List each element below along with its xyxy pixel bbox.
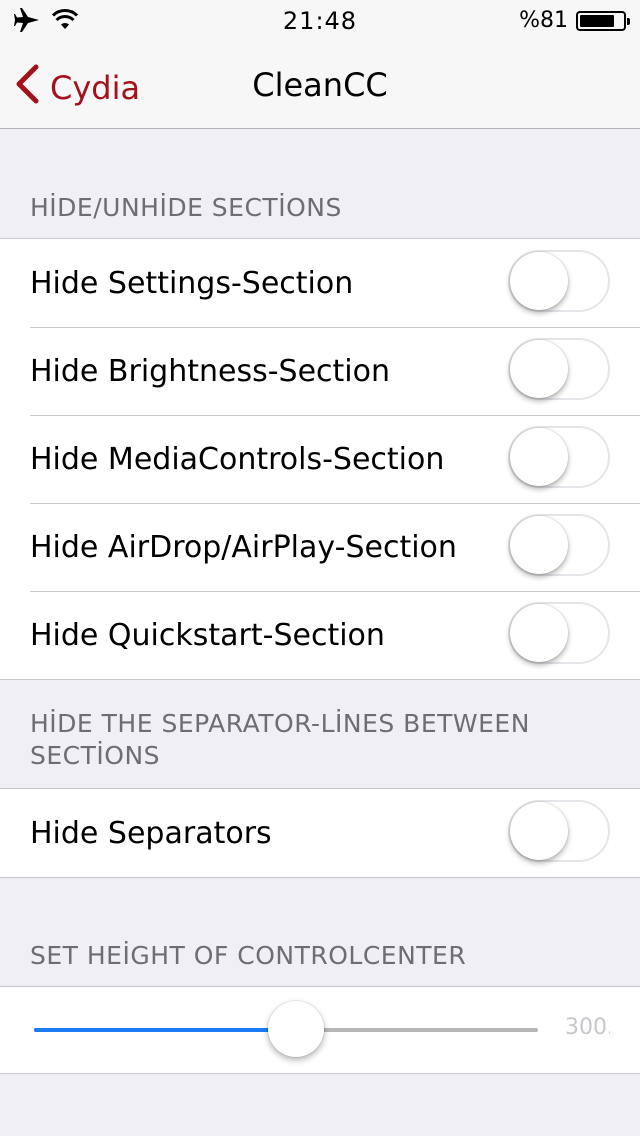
section-header-separators: HİDE THE SEPARATOR-LİNES BETWEEN SECTİON… <box>30 709 530 770</box>
row-label: Hide AirDrop/AirPlay-Section <box>30 529 457 565</box>
hide-airdrop-airplay-switch[interactable] <box>508 514 610 576</box>
toggle-row-brightness: Hide Brightness-Section <box>0 327 640 415</box>
row-label: Hide Brightness-Section <box>30 353 391 389</box>
toggle-row-separators: Hide Separators <box>0 789 640 877</box>
battery-fill <box>580 14 614 27</box>
switch-knob <box>510 340 568 398</box>
section-header-hide-unhide: HİDE/UNHİDE SECTİONS <box>30 193 342 222</box>
toggle-row-settings: Hide Settings-Section <box>0 239 640 327</box>
hide-mediacontrols-switch[interactable] <box>508 426 610 488</box>
hide-brightness-switch[interactable] <box>508 338 610 400</box>
height-slider-row: 300.0 <box>0 987 640 1073</box>
page-title: CleanCC <box>252 66 388 104</box>
section-group-hide-unhide: Hide Settings-Section Hide Brightness-Se… <box>0 238 640 680</box>
slider-track-fill <box>34 1028 297 1032</box>
row-label: Hide MediaControls-Section <box>30 441 445 477</box>
navigation-bar: Cydia CleanCC <box>0 40 640 129</box>
switch-knob <box>510 428 568 486</box>
hide-settings-switch[interactable] <box>508 250 610 312</box>
battery-percent: %81 <box>519 8 568 33</box>
toggle-row-quickstart: Hide Quickstart-Section <box>0 591 640 679</box>
hide-quickstart-switch[interactable] <box>508 602 610 664</box>
switch-knob <box>510 604 568 662</box>
switch-knob <box>510 516 568 574</box>
row-label: Hide Separators <box>30 815 272 851</box>
section-group-height: 300.0 <box>0 986 640 1074</box>
toggle-row-airdrop-airplay: Hide AirDrop/AirPlay-Section <box>0 503 640 591</box>
hide-separators-switch[interactable] <box>508 800 610 862</box>
slider-value: 300.0 <box>565 1015 610 1040</box>
section-group-separators: Hide Separators <box>0 788 640 878</box>
section-header-height: SET HEİGHT OF CONTROLCENTER <box>30 941 467 970</box>
switch-knob <box>510 252 568 310</box>
switch-knob <box>510 802 568 860</box>
row-label: Hide Settings-Section <box>30 265 354 301</box>
slider-thumb[interactable] <box>268 1001 325 1057</box>
toggle-row-mediacontrols: Hide MediaControls-Section <box>0 415 640 503</box>
row-label: Hide Quickstart-Section <box>30 617 385 653</box>
battery-icon <box>576 10 630 31</box>
status-bar: 21:48 %81 <box>0 0 640 40</box>
